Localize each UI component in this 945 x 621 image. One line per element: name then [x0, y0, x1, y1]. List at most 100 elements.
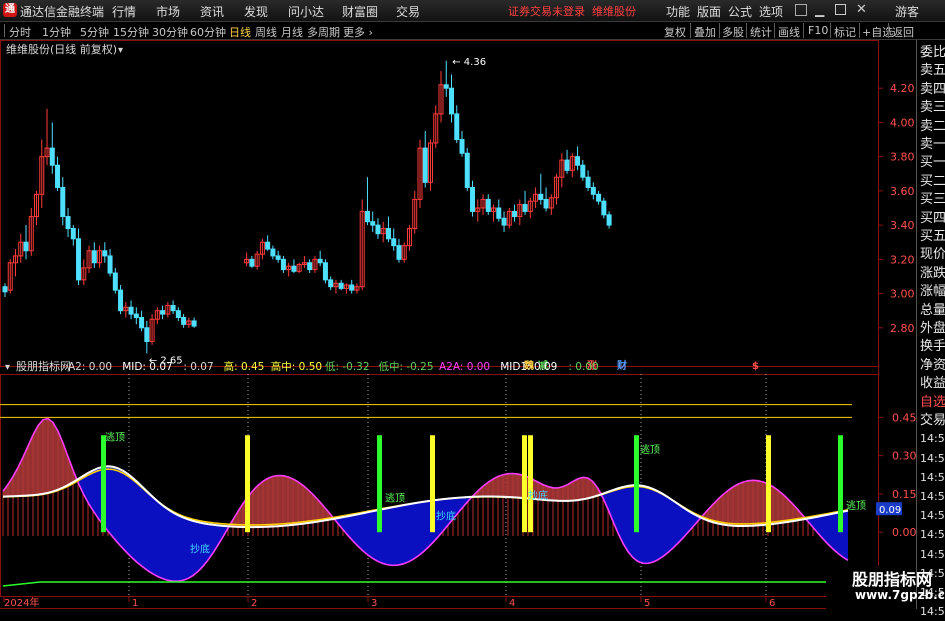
candle-body	[585, 176, 591, 188]
candle-body	[496, 207, 502, 219]
side-panel-item: 总量	[920, 302, 945, 318]
candle-body	[317, 258, 323, 264]
side-panel-item: 卖一	[920, 137, 945, 152]
menu-item-news[interactable]: 资讯	[200, 3, 224, 20]
candle-body	[291, 265, 297, 272]
price-tick-label: 3.00	[890, 288, 915, 301]
indicator-tick-label: 0.45	[892, 411, 916, 424]
candle-body	[139, 317, 145, 329]
guest-label[interactable]: 游客	[895, 3, 919, 20]
side-panel-item: 14:56	[920, 470, 945, 484]
candle-body	[307, 262, 313, 271]
candle-body	[275, 255, 281, 260]
menu-item-markets[interactable]: 市场	[156, 3, 180, 20]
period-tab-timeshare[interactable]: 分时	[9, 24, 31, 40]
candle-body	[596, 193, 602, 202]
candle-body	[144, 327, 150, 342]
menu-item-formula[interactable]: 公式	[728, 3, 752, 20]
indicator-value: 低: -0.32	[325, 360, 370, 373]
candle-body	[322, 262, 328, 281]
period-tab-monthly[interactable]: 月线	[281, 24, 303, 40]
multi-stock-button[interactable]: 多股	[722, 24, 744, 40]
f10-button[interactable]: F10	[808, 24, 828, 37]
maximize-icon[interactable]	[835, 4, 846, 15]
candle-body	[65, 216, 71, 230]
period-tab-daily[interactable]: 日线	[229, 24, 251, 40]
candle-body	[449, 87, 455, 115]
indicator-value: MID1: 0.09	[500, 361, 557, 373]
candle-body	[375, 224, 381, 235]
mark-button[interactable]: 标记	[834, 24, 856, 40]
escape-top-label: 逃顶	[640, 443, 660, 456]
toolbar-grip	[4, 24, 5, 37]
side-panel-item: 涨幅	[920, 284, 945, 300]
menu-item-ask[interactable]: 问小达	[288, 3, 324, 20]
date-tick-label: 1	[132, 598, 138, 609]
menu-item-trade[interactable]: 交易	[396, 3, 420, 20]
candle-body	[443, 84, 449, 89]
candle-body	[270, 248, 276, 257]
period-tab-5min[interactable]: 5分钟	[80, 24, 109, 40]
chart-title: 维维股份(日线 前复权)	[6, 42, 117, 56]
candle-body	[328, 279, 334, 288]
candle-body	[606, 214, 612, 226]
period-tab-weekly[interactable]: 周线	[255, 24, 277, 40]
login-notice[interactable]: 证券交易未登录 维维股份	[508, 3, 636, 19]
menu-item-function[interactable]: 功能	[666, 3, 690, 20]
candle-body	[70, 228, 76, 240]
signal-bar	[245, 435, 250, 533]
candle-body	[60, 186, 66, 218]
stats-button[interactable]: 统计	[750, 24, 772, 40]
quote-side-panel: 委比 卖五 卖四 卖三 卖二 卖一 买一 买二 买三 买四 买五 现价 涨跌 涨幅 总量 外盘 换手 净资 收益 自选…	[916, 40, 945, 618]
menu-item-discover[interactable]: 发现	[244, 3, 268, 20]
candle-body	[590, 186, 596, 195]
period-tab-15min[interactable]: 15分钟	[113, 24, 149, 40]
side-panel-item: 卖二	[920, 118, 945, 134]
period-tab-30min[interactable]: 30分钟	[152, 24, 188, 40]
title-dropdown-icon: ▾	[118, 45, 123, 56]
candle-body	[501, 217, 507, 226]
period-tab-1min[interactable]: 1分钟	[42, 24, 71, 40]
overlay-button[interactable]: 叠加	[694, 24, 716, 40]
close-icon[interactable]: ✕	[856, 2, 867, 17]
event-mark: 财	[616, 359, 627, 372]
minimize-icon[interactable]: ▁	[815, 3, 824, 17]
date-tick-label: 6	[769, 598, 775, 609]
baseline-line	[2, 581, 826, 587]
side-panel-item: 14:56	[920, 547, 945, 561]
candle-body	[575, 156, 581, 166]
candle-body	[522, 204, 528, 212]
indicator-value: 高中: 0.50	[271, 360, 322, 373]
candle-body	[580, 164, 586, 178]
candle-body	[538, 193, 544, 200]
period-tab-60min[interactable]: 60分钟	[190, 24, 226, 40]
adjust-button[interactable]: 复权	[664, 24, 686, 40]
candle-body	[160, 310, 166, 315]
layout-toggle-icon[interactable]	[795, 4, 807, 16]
kline-chart[interactable]: 4.20 4.00 3.80 3.60 3.40 3.20 3.00 2.80 0.45 0.30…	[0, 40, 916, 609]
side-panel-item[interactable]: 交易	[920, 412, 945, 430]
menu-item-layout[interactable]: 版面	[697, 3, 721, 20]
menu-item-options[interactable]: 选项	[759, 3, 783, 20]
menu-item-market[interactable]: 行情	[112, 3, 136, 20]
candle-body	[396, 245, 402, 260]
side-panel-item: 换手	[920, 339, 945, 355]
candle-body	[280, 258, 286, 271]
indicator-value: A2A: 0.00	[439, 361, 490, 373]
candle-body	[112, 272, 118, 291]
candle-body	[49, 147, 55, 166]
side-panel-item: 买一	[920, 155, 945, 171]
candle-body	[512, 210, 518, 218]
indicator-tick-label: 0.15	[892, 488, 916, 501]
back-button[interactable]: 返回	[892, 24, 914, 40]
period-tab-more[interactable]: 更多 ›	[343, 24, 373, 40]
draw-line-button[interactable]: 画线	[778, 24, 800, 40]
candle-body	[464, 152, 470, 188]
side-panel-item[interactable]: 自选	[920, 394, 945, 412]
period-tab-multi[interactable]: 多周期	[307, 24, 340, 40]
candle-body	[128, 306, 134, 315]
indicator-name: 股朋指标网	[16, 359, 71, 373]
menu-item-wealth[interactable]: 财富圈	[342, 3, 378, 20]
candle-body	[118, 289, 124, 312]
indicator-value: : 0.07	[183, 361, 213, 373]
